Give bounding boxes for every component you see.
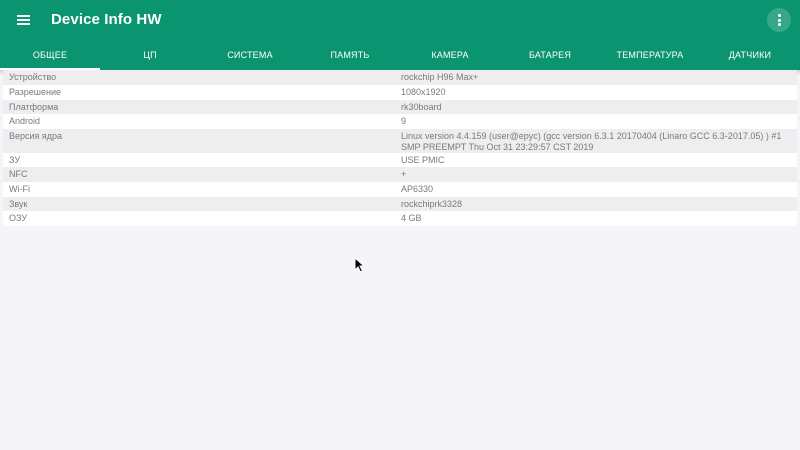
info-label: Android — [9, 116, 41, 126]
info-value: rockchiprk3328 — [401, 199, 463, 209]
info-label: ОЗУ — [9, 213, 28, 223]
info-row-sound: Звук rockchiprk3328 — [3, 197, 797, 211]
tab-general[interactable]: ОБЩЕЕ — [0, 40, 100, 70]
info-value: rockchip H96 Max+ — [401, 72, 479, 82]
info-label: NFC — [9, 169, 28, 179]
tab-battery[interactable]: БАТАРЕЯ — [500, 40, 600, 70]
info-row-kernel: Версия ядра Linux version 4.4.159 (user@… — [3, 129, 797, 153]
info-label: ЗУ — [9, 155, 21, 165]
toolbar: Device Info HW — [0, 0, 800, 40]
info-value: 4 GB — [401, 213, 422, 223]
info-label: Звук — [9, 199, 28, 209]
info-label: Устройство — [9, 72, 57, 82]
tab-memory[interactable]: ПАМЯТЬ — [300, 40, 400, 70]
info-label: Платформа — [9, 102, 59, 112]
info-label: Wi-Fi — [9, 184, 30, 194]
info-row-device: Устройство rockchip H96 Max+ — [3, 70, 797, 85]
tab-temperature[interactable]: ТЕМПЕРАТУРА — [600, 40, 700, 70]
info-list: Устройство rockchip H96 Max+ Разрешение … — [0, 70, 800, 226]
info-value: AP6330 — [401, 184, 434, 194]
tab-sensors[interactable]: ДАТЧИКИ — [700, 40, 800, 70]
info-row-nfc: NFC + — [3, 167, 797, 182]
info-row-wifi: Wi-Fi AP6330 — [3, 182, 797, 197]
app-bar: Device Info HW ОБЩЕЕ ЦП СИСТЕМА ПАМЯТЬ К… — [0, 0, 800, 70]
info-row-platform: Платформа rk30board — [3, 100, 797, 114]
info-value: USE PMIC — [401, 155, 445, 165]
more-vertical-icon[interactable] — [767, 8, 791, 32]
info-label: Разрешение — [9, 87, 61, 97]
info-row-ram: ОЗУ 4 GB — [3, 211, 797, 226]
info-value: + — [401, 169, 407, 179]
app-title: Device Info HW — [51, 11, 162, 28]
info-row-resolution: Разрешение 1080x1920 — [3, 85, 797, 100]
info-row-charger: ЗУ USE PMIC — [3, 153, 797, 167]
tab-camera[interactable]: КАМЕРА — [400, 40, 500, 70]
tab-bar: ОБЩЕЕ ЦП СИСТЕМА ПАМЯТЬ КАМЕРА БАТАРЕЯ Т… — [0, 40, 800, 70]
hamburger-menu-icon[interactable] — [9, 7, 37, 33]
info-row-android: Android 9 — [3, 114, 797, 129]
info-label: Версия ядра — [9, 131, 63, 141]
info-value: Linux version 4.4.159 (user@epyc) (gcc v… — [401, 131, 782, 152]
info-value: rk30board — [401, 102, 442, 112]
tab-cpu[interactable]: ЦП — [100, 40, 200, 70]
tab-system[interactable]: СИСТЕМА — [200, 40, 300, 70]
info-value: 1080x1920 — [401, 87, 446, 97]
info-value: 9 — [401, 116, 407, 126]
mouse-pointer-icon — [354, 257, 366, 273]
